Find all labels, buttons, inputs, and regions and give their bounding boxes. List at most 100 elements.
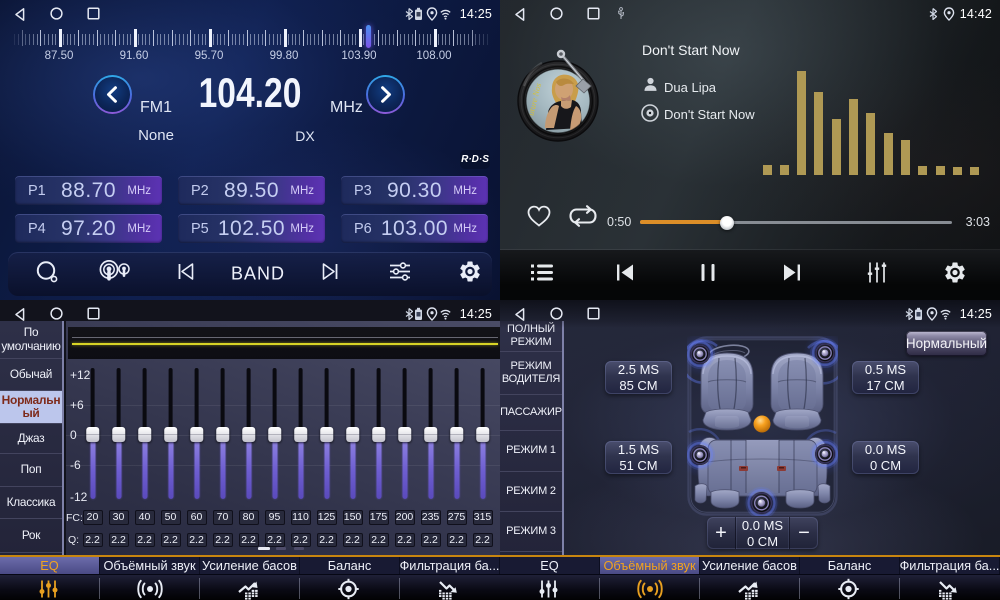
wifi[interactable] (940, 307, 951, 325)
battery[interactable] (414, 7, 423, 26)
tab-balance[interactable]: Баланс (300, 557, 400, 574)
eq-band-slider[interactable] (392, 368, 418, 500)
nav-back[interactable] (13, 307, 26, 327)
equalizer-button[interactable] (864, 260, 890, 291)
preset-button-p4[interactable]: P497.20MHz (15, 214, 162, 243)
location[interactable] (943, 7, 955, 26)
band-button[interactable]: BAND (231, 264, 285, 285)
eq-band-slider[interactable] (80, 368, 106, 500)
location[interactable] (426, 7, 438, 26)
bluetooth[interactable] (927, 7, 937, 25)
nav-recents[interactable] (587, 7, 600, 25)
bluetooth[interactable] (403, 307, 413, 325)
slider-handle[interactable] (242, 427, 256, 443)
settings-button[interactable] (943, 260, 968, 290)
nav-home[interactable] (50, 7, 63, 25)
eq-band-slider[interactable] (366, 368, 392, 500)
settings-button[interactable] (458, 259, 483, 289)
slider-handle[interactable] (346, 427, 360, 443)
listening-mode-3[interactable]: ПАССАЖИР (500, 395, 562, 431)
battery[interactable] (914, 307, 923, 326)
bluetooth[interactable] (403, 7, 413, 25)
progress-track[interactable] (640, 221, 952, 224)
listening-mode-6[interactable]: РЕЖИМ 3 (500, 512, 562, 552)
pause-button[interactable] (698, 261, 718, 290)
page-dot-active[interactable] (258, 547, 270, 550)
preset-button-p1[interactable]: P188.70MHz (15, 176, 162, 205)
tab-surround-icon-cell[interactable] (600, 575, 700, 600)
eq-band-slider[interactable] (314, 368, 340, 500)
wifi[interactable] (440, 307, 451, 325)
slider-handle[interactable] (164, 427, 178, 443)
slider-handle[interactable] (398, 427, 412, 443)
eq-band-slider[interactable] (158, 368, 184, 500)
previous-track-button[interactable] (612, 261, 638, 290)
delay-rear-left[interactable]: 1.5 MS51 CM (605, 441, 672, 474)
slider-handle[interactable] (450, 427, 464, 443)
nav-recents[interactable] (587, 307, 600, 325)
slider-handle[interactable] (320, 427, 334, 443)
tab-filter[interactable]: Фильтрация ба... (400, 557, 500, 574)
seek-up-button[interactable] (366, 75, 405, 114)
tab-eq-icon-cell[interactable] (500, 575, 600, 600)
playlist-button[interactable] (529, 262, 555, 289)
slider-handle[interactable] (216, 427, 230, 443)
tab-eq[interactable]: EQ (500, 557, 600, 574)
nav-back[interactable] (513, 7, 526, 27)
slider-handle[interactable] (268, 427, 282, 443)
usb[interactable] (618, 7, 625, 25)
tab-bass-icon-cell[interactable] (200, 575, 300, 600)
repeat-button[interactable] (568, 204, 598, 233)
nav-back[interactable] (13, 7, 26, 27)
tab-bass-icon-cell[interactable] (700, 575, 800, 600)
bluetooth[interactable] (903, 307, 913, 325)
eq-band-slider[interactable] (418, 368, 444, 500)
tab-surround[interactable]: Объёмный звук (600, 557, 700, 574)
eq-band-slider[interactable] (236, 368, 262, 500)
tune-down-button[interactable] (174, 261, 198, 288)
tab-filter-icon-cell[interactable] (400, 575, 500, 600)
eq-band-slider[interactable] (288, 368, 314, 500)
eq-band-slider[interactable] (132, 368, 158, 500)
next-track-button[interactable] (779, 261, 805, 290)
slider-handle[interactable] (190, 427, 204, 443)
eq-band-slider[interactable] (340, 368, 366, 500)
tab-balance-icon-cell[interactable] (800, 575, 900, 600)
preset-button-p5[interactable]: P5102.50MHz (178, 214, 325, 243)
preset-button-p2[interactable]: P289.50MHz (178, 176, 325, 205)
preset-button-p3[interactable]: P390.30MHz (341, 176, 488, 205)
tab-surround-icon-cell[interactable] (100, 575, 200, 600)
seek-down-button[interactable] (93, 75, 132, 114)
eq-band-slider[interactable] (210, 368, 236, 500)
eq-band-slider[interactable] (106, 368, 132, 500)
wifi[interactable] (440, 7, 451, 25)
favorite-button[interactable] (525, 203, 553, 234)
nav-recents[interactable] (87, 7, 100, 25)
eq-band-slider[interactable] (184, 368, 210, 500)
tab-bass[interactable]: Усиление басов (700, 557, 800, 574)
delay-rear-right[interactable]: 0.0 MS0 CM (852, 441, 919, 474)
slider-handle[interactable] (138, 427, 152, 443)
tab-eq-icon-cell[interactable] (0, 575, 100, 600)
nav-home[interactable] (50, 307, 63, 325)
slider-handle[interactable] (372, 427, 386, 443)
slider-handle[interactable] (86, 427, 100, 443)
scan-button[interactable] (34, 259, 60, 290)
location[interactable] (426, 307, 438, 326)
progress-knob[interactable] (720, 216, 734, 230)
slider-handle[interactable] (476, 427, 490, 443)
nav-recents[interactable] (87, 307, 100, 325)
page-dot[interactable] (276, 547, 286, 550)
slider-handle[interactable] (294, 427, 308, 443)
nav-home[interactable] (550, 7, 563, 25)
delay-front-right[interactable]: 0.5 MS17 CM (852, 361, 919, 394)
aps-button[interactable] (97, 260, 131, 289)
listening-mode-5[interactable]: РЕЖИМ 2 (500, 472, 562, 512)
location[interactable] (926, 307, 938, 326)
preset-button-p6[interactable]: P6103.00MHz (341, 214, 488, 243)
eq-band-slider[interactable] (470, 368, 496, 500)
battery[interactable] (414, 307, 423, 326)
tab-balance[interactable]: Баланс (800, 557, 900, 574)
eq-band-slider[interactable] (262, 368, 288, 500)
eq-band-slider[interactable] (444, 368, 470, 500)
